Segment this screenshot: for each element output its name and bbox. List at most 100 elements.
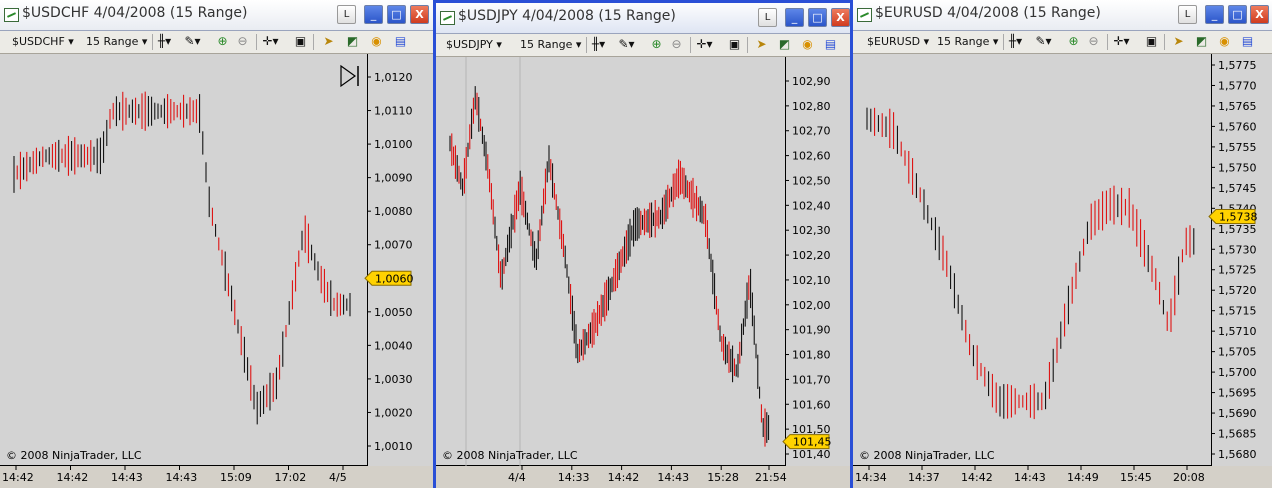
chart-window-eurusd[interactable]: $EURUSD 4/04/2008 (15 Range) L _ □ X $EU… — [853, 0, 1272, 488]
indicator-icon[interactable]: ◩ — [776, 36, 793, 53]
close-button[interactable]: X — [410, 5, 429, 24]
minimize-button[interactable]: _ — [364, 5, 383, 24]
last-price-label: 101,45 — [793, 436, 832, 449]
maximize-button[interactable]: □ — [1228, 5, 1247, 24]
last-price-label: 1,0060 — [375, 272, 414, 285]
plot-area[interactable] — [853, 54, 1211, 466]
crosshair-icon[interactable]: ✛▾ — [1113, 33, 1130, 50]
price-tick-label: 102,60 — [792, 150, 831, 163]
price-chart[interactable]: 1,5775 1,5770 1,5765 1,5760 1,5755 1,5750 1,57… — [853, 54, 1272, 488]
indicator-icon[interactable]: ◩ — [1193, 33, 1210, 50]
instrument-selector[interactable]: $USDJPY ▾ — [446, 38, 502, 51]
strategy-icon[interactable]: ➤ — [320, 33, 337, 50]
price-tick-label: 1,0020 — [374, 406, 413, 419]
zoom-out-icon[interactable]: ⊖ — [234, 33, 251, 50]
instrument-selector[interactable]: $EURUSD ▾ — [867, 35, 929, 48]
close-button[interactable]: X — [1250, 5, 1269, 24]
data-box-icon[interactable]: ▣ — [726, 36, 743, 53]
zoom-in-icon[interactable]: ⊕ — [1065, 33, 1082, 50]
draw-pencil-icon[interactable]: ✎▾ — [618, 36, 635, 53]
title-bar[interactable]: $USDCHF 4/04/2008 (15 Range) L _ □ X — [0, 0, 433, 31]
chart-window-usdchf[interactable]: $USDCHF 4/04/2008 (15 Range) L _ □ X $US… — [0, 0, 433, 488]
lock-button[interactable]: L — [337, 5, 356, 24]
bar-type-icon[interactable]: ╫▾ — [590, 36, 607, 53]
time-tick-label: 14:43 — [166, 471, 198, 484]
zoom-out-icon[interactable]: ⊖ — [668, 36, 685, 53]
data-box-icon[interactable]: ▣ — [1143, 33, 1160, 50]
last-price-marker: 1,5738 — [1208, 209, 1258, 225]
close-button[interactable]: X — [831, 8, 850, 27]
zoom-in-icon[interactable]: ⊕ — [214, 33, 231, 50]
draw-pencil-icon[interactable]: ✎▾ — [1035, 33, 1052, 50]
price-chart[interactable]: 1,0120 1,0110 1,0100 1,0090 1,0080 1,0070 1,00… — [0, 54, 433, 488]
price-tick-label: 101,40 — [792, 448, 831, 461]
properties-icon[interactable]: ▤ — [392, 33, 409, 50]
maximize-button[interactable]: □ — [387, 5, 406, 24]
chart-toolbar: $USDJPY ▾ 15 Range ▾ ╫▾ ✎▾ ⊕ ⊖ ✛▾ ▣ ➤ ◩ … — [436, 34, 850, 57]
market-analyzer-icon[interactable]: ◉ — [799, 36, 816, 53]
strategy-icon[interactable]: ➤ — [753, 36, 770, 53]
instrument-selector[interactable]: $USDCHF ▾ — [12, 35, 74, 48]
minimize-button[interactable]: _ — [1205, 5, 1224, 24]
price-tick-label: 1,5765 — [1218, 100, 1257, 113]
price-tick-label: 102,20 — [792, 249, 831, 262]
lock-button[interactable]: L — [1178, 5, 1197, 24]
market-analyzer-icon[interactable]: ◉ — [368, 33, 385, 50]
zoom-out-icon[interactable]: ⊖ — [1085, 33, 1102, 50]
price-tick-label: 1,5770 — [1218, 79, 1257, 92]
chart-canvas[interactable]: 1,5775 1,5770 1,5765 1,5760 1,5755 1,5750 1,57… — [853, 54, 1272, 488]
title-bar[interactable]: $EURUSD 4/04/2008 (15 Range) L _ □ X — [853, 0, 1272, 31]
plot-area[interactable] — [436, 57, 785, 466]
last-price-marker: 1,0060 — [364, 270, 414, 286]
copyright-label: © 2008 NinjaTrader, LLC — [6, 449, 142, 462]
price-tick-label: 1,5745 — [1218, 182, 1257, 195]
window-title: $USDCHF 4/04/2008 (15 Range) — [22, 5, 248, 21]
draw-pencil-icon[interactable]: ✎▾ — [184, 33, 201, 50]
crosshair-icon[interactable]: ✛▾ — [696, 36, 713, 53]
chart-window-usdjpy[interactable]: $USDJPY 4/04/2008 (15 Range) L _ □ X $US… — [433, 0, 853, 488]
price-axis[interactable] — [1211, 54, 1272, 466]
chart-canvas[interactable]: 102,90 102,80 102,70 102,60 102,50 102,40 102,… — [436, 57, 850, 488]
time-tick-label: 14:43 — [111, 471, 143, 484]
time-tick-label: 14:33 — [558, 471, 590, 484]
crosshair-icon[interactable]: ✛▾ — [262, 33, 279, 50]
time-axis[interactable] — [436, 466, 850, 488]
price-tick-label: 1,0010 — [374, 440, 413, 453]
maximize-button[interactable]: □ — [808, 8, 827, 27]
market-analyzer-icon[interactable]: ◉ — [1216, 33, 1233, 50]
price-tick-label: 1,0070 — [374, 239, 413, 252]
bar-type-icon[interactable]: ╫▾ — [1007, 33, 1024, 50]
properties-icon[interactable]: ▤ — [1239, 33, 1256, 50]
properties-icon[interactable]: ▤ — [822, 36, 839, 53]
price-tick-label: 102,90 — [792, 75, 831, 88]
title-bar[interactable]: $USDJPY 4/04/2008 (15 Range) L _ □ X — [436, 3, 850, 34]
time-tick-label: 4/5 — [329, 471, 347, 484]
last-price-label: 1,5738 — [1219, 211, 1258, 224]
price-tick-label: 1,5710 — [1218, 325, 1257, 338]
period-selector[interactable]: 15 Range ▾ — [86, 35, 147, 48]
price-tick-label: 1,5685 — [1218, 428, 1257, 441]
chart-window-icon — [4, 8, 19, 22]
price-tick-label: 102,80 — [792, 100, 831, 113]
price-tick-label: 1,0030 — [374, 373, 413, 386]
period-selector[interactable]: 15 Range ▾ — [520, 38, 581, 51]
toolbar-separator — [152, 34, 153, 50]
toolbar-separator — [1107, 34, 1108, 50]
strategy-icon[interactable]: ➤ — [1170, 33, 1187, 50]
toolbar-separator — [1164, 34, 1165, 50]
minimize-button[interactable]: _ — [785, 8, 804, 27]
period-selector[interactable]: 15 Range ▾ — [937, 35, 998, 48]
price-tick-label: 1,5725 — [1218, 264, 1257, 277]
price-chart[interactable]: 102,90 102,80 102,70 102,60 102,50 102,40 102,… — [436, 57, 850, 488]
price-tick-label: 1,5715 — [1218, 305, 1257, 318]
price-tick-label: 102,70 — [792, 125, 831, 138]
toolbar-separator — [313, 34, 314, 50]
indicator-icon[interactable]: ◩ — [344, 33, 361, 50]
zoom-in-icon[interactable]: ⊕ — [648, 36, 665, 53]
bar-type-icon[interactable]: ╫▾ — [156, 33, 173, 50]
toolbar-separator — [690, 37, 691, 53]
lock-button[interactable]: L — [758, 8, 777, 27]
price-tick-label: 1,5775 — [1218, 59, 1257, 72]
data-box-icon[interactable]: ▣ — [292, 33, 309, 50]
chart-canvas[interactable]: 1,0120 1,0110 1,0100 1,0090 1,0080 1,0070 1,00… — [0, 54, 433, 488]
